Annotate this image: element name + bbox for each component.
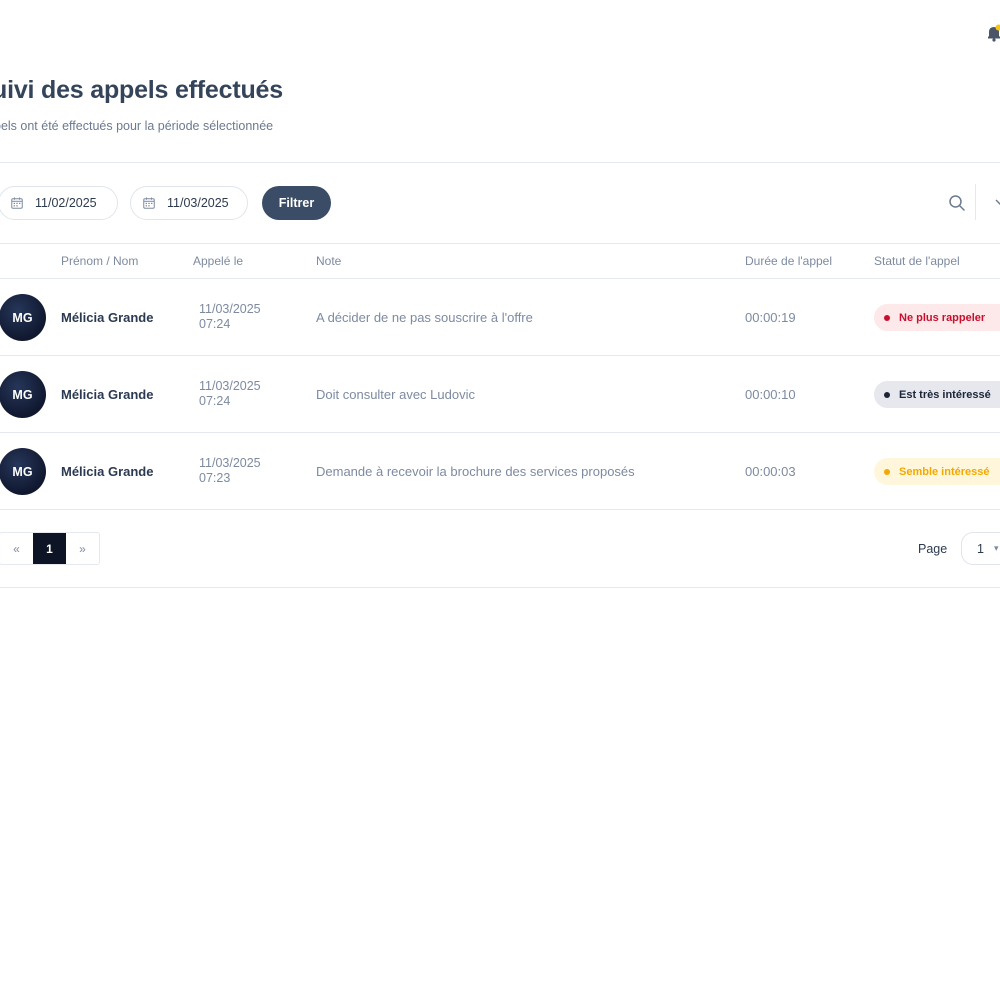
next-page-button[interactable]: » [66,533,99,564]
called-time: 07:24 [199,317,231,331]
table-row[interactable]: MG Mélicia Grande 11/03/2025 07:24 A déc… [0,279,1000,356]
contact-name: Mélicia Grande [61,310,154,325]
notification-bell-icon[interactable] [986,24,1000,42]
table-row[interactable]: MG Mélicia Grande 11/03/2025 07:23 Deman… [0,433,1000,510]
table-row[interactable]: MG Mélicia Grande 11/03/2025 07:24 Doit … [0,356,1000,433]
called-time: 07:24 [199,394,231,408]
called-at: 11/03/2025 07:24 [199,379,261,409]
page-select[interactable]: 1 ▾ [961,532,1000,565]
status-badge: Ne plus rappeler [874,304,1000,331]
contact-name: Mélicia Grande [61,387,154,402]
call-note: Demande à recevoir la brochure des servi… [316,464,635,479]
page-select-value: 1 [977,541,984,556]
filter-button[interactable]: Filtrer [262,186,331,220]
chevron-down-icon: ▾ [993,543,999,553]
pagination: « 1 » [0,532,100,565]
column-header-called[interactable]: Appelé le [193,254,243,268]
call-duration: 00:00:10 [745,387,796,402]
called-date: 11/03/2025 [199,456,261,470]
status-dot-icon [884,391,890,398]
date-from-value: 11/02/2025 [35,196,97,210]
called-at: 11/03/2025 07:23 [199,456,261,486]
status-label: Est très intéressé [899,388,991,401]
search-icon[interactable] [948,194,966,212]
status-label: Ne plus rappeler [899,311,986,324]
date-to-value: 11/03/2025 [167,196,229,210]
called-at: 11/03/2025 07:24 [199,302,261,332]
page-title: uivi des appels effectués [0,76,283,104]
page-label: Page [918,542,948,556]
divider [0,587,1000,588]
status-badge: Semble intéressé [874,458,1000,485]
contact-name: Mélicia Grande [61,464,154,479]
column-header-duration[interactable]: Durée de l'appel [745,254,832,268]
column-header-status[interactable]: Statut de l'appel [874,254,960,268]
toolbar-separator [975,184,976,220]
status-dot-icon [884,314,890,321]
status-badge: Est très intéressé [874,381,1000,408]
avatar: MG [0,448,46,495]
status-label: Semble intéressé [899,465,990,478]
avatar: MG [0,371,46,418]
called-date: 11/03/2025 [199,379,261,393]
called-date: 11/03/2025 [199,302,261,316]
column-header-name[interactable]: Prénom / Nom [61,254,138,268]
call-note: Doit consulter avec Ludovic [316,387,475,402]
called-time: 07:23 [199,471,231,485]
date-from-field[interactable]: 11/02/2025 [0,186,118,220]
calendar-icon [143,197,155,209]
divider [0,509,1000,510]
call-duration: 00:00:19 [745,310,796,325]
page-number-button[interactable]: 1 [33,533,66,564]
prev-page-button[interactable]: « [0,533,33,564]
call-note: A décider de ne pas souscrire à l'offre [316,310,533,325]
call-duration: 00:00:03 [745,464,796,479]
divider [0,243,1000,244]
date-to-field[interactable]: 11/03/2025 [130,186,248,220]
calendar-icon [11,197,23,209]
column-header-note[interactable]: Note [316,254,341,268]
chevron-down-icon[interactable] [994,194,1000,210]
status-dot-icon [884,468,890,475]
avatar: MG [0,294,46,341]
divider [0,162,1000,163]
page-subtitle: pels ont été effectués pour la période s… [0,119,274,133]
